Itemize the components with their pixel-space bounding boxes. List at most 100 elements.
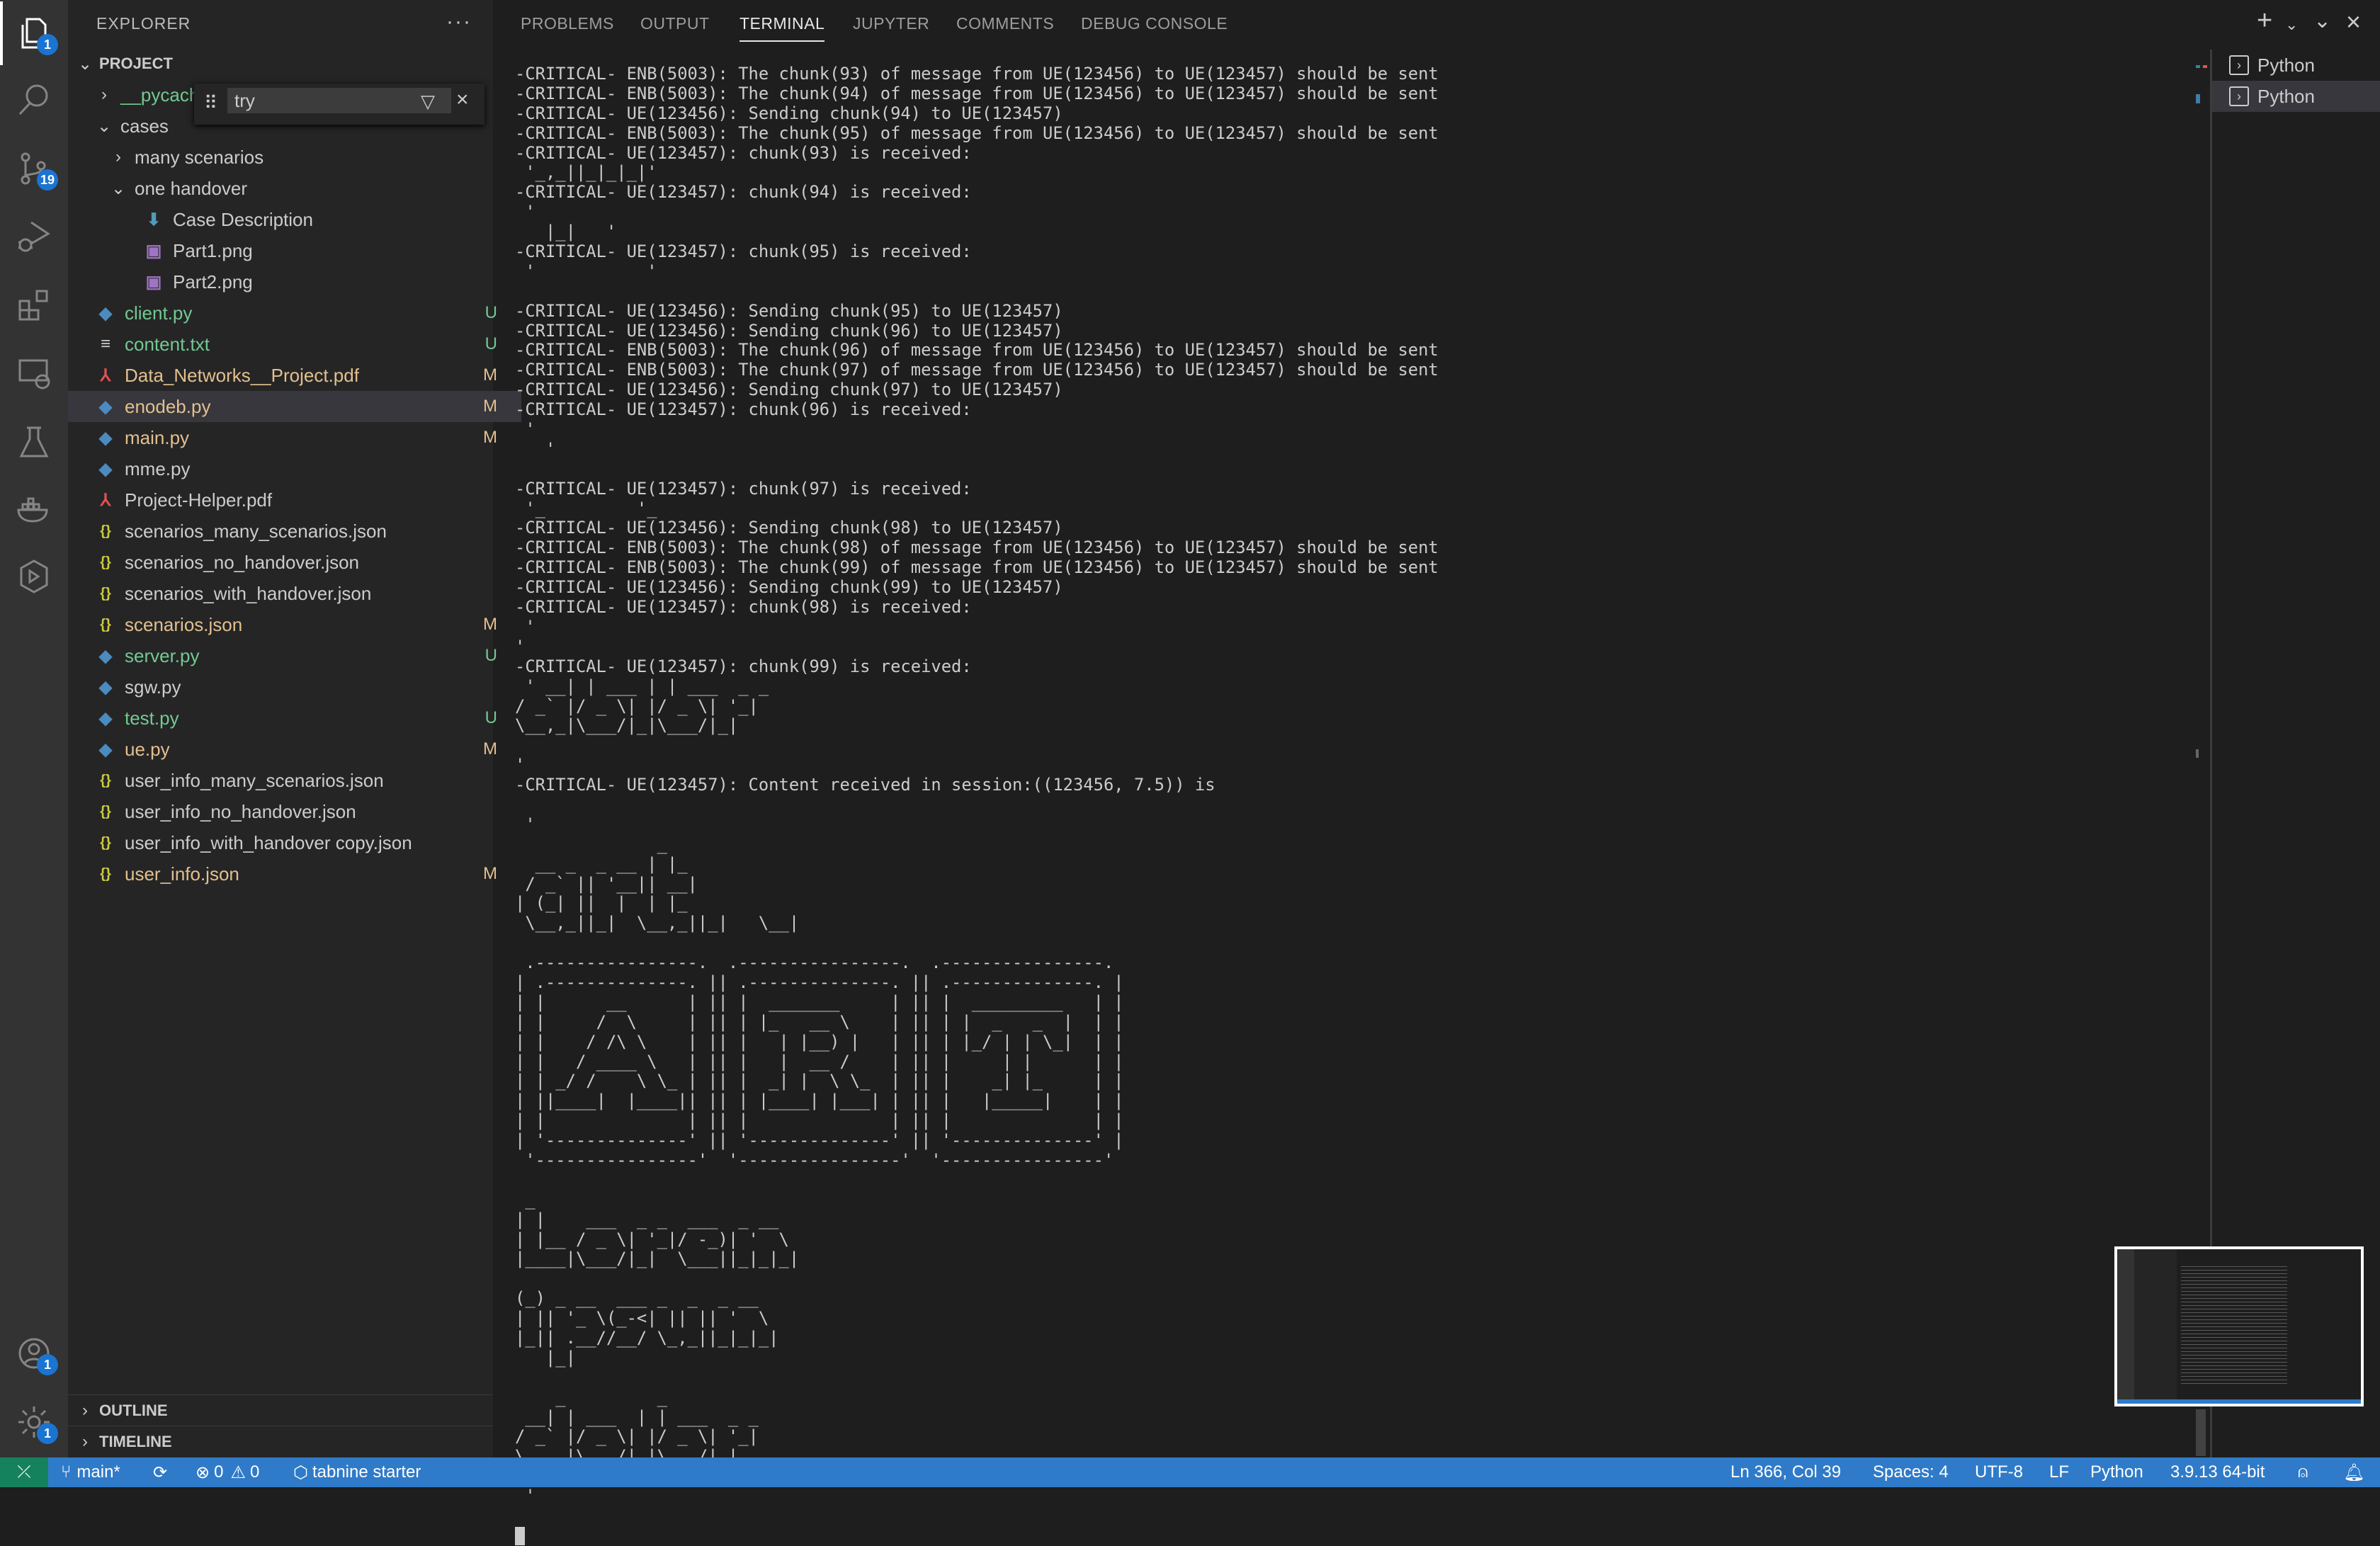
feedback-icon[interactable]: ⍝: [2298, 1457, 2308, 1487]
tree-item[interactable]: ⅄ Project-Helper.pdf: [68, 484, 521, 516]
git-status-badge: M: [483, 428, 497, 447]
remote-explorer-button[interactable]: [0, 341, 68, 405]
tree-item[interactable]: {} scenarios_many_scenarios.json: [68, 516, 521, 547]
search-button[interactable]: [0, 68, 68, 132]
tree-item[interactable]: ≡ content.txt U: [68, 329, 521, 360]
tree-item[interactable]: ◆ sgw.py: [68, 671, 521, 703]
sync-icon: ⟳: [153, 1462, 168, 1482]
cursor-position[interactable]: Ln 366, Col 39: [1730, 1457, 1841, 1487]
encoding[interactable]: UTF-8: [1975, 1457, 2023, 1487]
git-status-badge: U: [484, 646, 497, 665]
tree-item[interactable]: ⌄ one handover: [68, 173, 536, 204]
sync-button[interactable]: ⟳: [153, 1457, 167, 1487]
tree-item[interactable]: {} user_info_no_handover.json: [68, 796, 521, 827]
tree-item[interactable]: ◆ ue.py M: [68, 734, 521, 765]
tab-jupyter[interactable]: JUPYTER: [853, 14, 929, 40]
extensions-button[interactable]: [0, 273, 68, 337]
terminal-line: -CRITICAL- UE(123457): chunk(99) is rece…: [515, 656, 972, 676]
more-actions-button[interactable]: ···: [446, 10, 472, 34]
tree-item[interactable]: ▣ Part2.png: [68, 266, 570, 297]
tree-item[interactable]: › many scenarios: [68, 142, 536, 173]
terminal-icon: ›: [2229, 55, 2249, 75]
chevron-down-icon: ⌄: [77, 54, 93, 74]
tree-item[interactable]: ◆ enodeb.py M: [68, 391, 521, 422]
terminal-line: -CRITICAL- ENB(5003): The chunk(99) of m…: [515, 557, 1439, 578]
terminal-line: -CRITICAL- UE(123457): chunk(98) is rece…: [515, 597, 972, 618]
tree-item[interactable]: ◆ client.py U: [68, 297, 521, 329]
branch-button[interactable]: ⑂ main*: [61, 1457, 120, 1487]
tree-item[interactable]: ◆ main.py M: [68, 422, 521, 453]
terminal-line: | | / /\ \ | || | | |__) | | || | |_/ | …: [515, 1031, 1124, 1052]
tree-item[interactable]: ◆ test.py U: [68, 703, 521, 734]
project-section-header[interactable]: ⌄ PROJECT: [68, 48, 493, 79]
tab-terminal[interactable]: TERMINAL: [740, 14, 825, 42]
outline-label: OUTLINE: [99, 1402, 168, 1419]
testing-button[interactable]: [0, 410, 68, 474]
image-file-icon: ▣: [145, 272, 162, 292]
tree-item[interactable]: {} scenarios_with_handover.json: [68, 578, 521, 609]
timeline-section-header[interactable]: › TIMELINE: [68, 1426, 493, 1457]
docker-button[interactable]: [0, 478, 68, 542]
source-control-button[interactable]: 19: [0, 137, 68, 200]
tree-item[interactable]: {} scenarios_no_handover.json: [68, 547, 521, 578]
chevron-right-icon: ›: [82, 1401, 88, 1420]
new-terminal-plus-icon[interactable]: +: [2257, 6, 2272, 36]
end-of-line[interactable]: LF: [2049, 1457, 2069, 1487]
docker-icon: [17, 497, 48, 523]
explorer-button[interactable]: 1: [0, 1, 68, 65]
find-input[interactable]: try: [227, 88, 451, 113]
run-debug-button[interactable]: [0, 205, 68, 268]
tree-item-label: scenarios_with_handover.json: [125, 582, 372, 604]
python-file-icon: ◆: [98, 739, 113, 759]
settings-badge: 1: [37, 1423, 58, 1444]
tab-output[interactable]: OUTPUT: [640, 14, 710, 40]
terminal-item-active[interactable]: › Python: [2212, 81, 2380, 112]
tree-item[interactable]: ◆ server.py U: [68, 640, 521, 671]
tab-problems[interactable]: PROBLEMS: [521, 14, 614, 40]
json-file-icon: {}: [100, 616, 111, 632]
live-share-button[interactable]: [0, 545, 68, 608]
screenshot-thumbnail[interactable]: [2114, 1246, 2364, 1406]
tree-item[interactable]: ▣ Part1.png: [68, 235, 570, 266]
terminal-line: ': [515, 202, 536, 222]
tab-debug-console[interactable]: DEBUG CONSOLE: [1081, 14, 1228, 40]
tab-comments[interactable]: COMMENTS: [956, 14, 1054, 40]
terminal-line: -CRITICAL- UE(123456): Sending chunk(95)…: [515, 300, 1063, 321]
outline-section-header[interactable]: › OUTLINE: [68, 1394, 493, 1426]
remote-button[interactable]: ⤫: [0, 1457, 48, 1487]
python-file-icon: ◆: [98, 646, 113, 666]
tree-item[interactable]: ⬇ Case Description: [68, 204, 570, 235]
language-mode[interactable]: Python: [2090, 1457, 2143, 1487]
tree-item[interactable]: {} user_info_many_scenarios.json: [68, 765, 521, 796]
terminal-line: | | __ | || | _______ | || | _________ |…: [515, 991, 1124, 1012]
error-icon: ⊗: [196, 1462, 210, 1482]
tree-item[interactable]: {} scenarios.json M: [68, 609, 521, 640]
terminal-line: _ _: [515, 1387, 667, 1407]
problems-button[interactable]: ⊗ 0 ⚠ 0: [196, 1457, 259, 1487]
close-panel-icon[interactable]: ×: [2346, 7, 2361, 37]
drag-handle-icon[interactable]: ⠿: [204, 92, 217, 114]
tree-item-label: scenarios_no_handover.json: [125, 551, 360, 573]
terminal-line: |_|| .__//__/ \_,_||_|_|_|: [515, 1328, 779, 1348]
terminal-scrollbar[interactable]: [2196, 1409, 2206, 1456]
terminal-line: | (_| || | | |_: [515, 893, 688, 914]
indentation[interactable]: Spaces: 4: [1873, 1457, 1949, 1487]
chevron-down-icon[interactable]: ⌄: [2285, 16, 2298, 34]
filter-icon[interactable]: ▽: [421, 91, 435, 113]
tabnine-button[interactable]: ⬡ tabnine starter: [293, 1457, 421, 1487]
terminal-line: | .--------------. || .--------------. |…: [515, 972, 1124, 992]
accounts-button[interactable]: 1: [0, 1322, 68, 1385]
notifications-bell-icon[interactable]: 🔔︎: [2343, 1457, 2364, 1487]
collapse-panel-chevron-icon[interactable]: ⌄: [2313, 8, 2331, 33]
tree-item[interactable]: ◆ mme.py: [68, 453, 521, 484]
tree-item[interactable]: {} user_info_with_handover copy.json: [68, 827, 521, 858]
terminal-item[interactable]: › Python: [2212, 50, 2380, 81]
settings-button[interactable]: 1: [0, 1390, 68, 1454]
python-interpreter[interactable]: 3.9.13 64-bit: [2170, 1457, 2265, 1487]
terminal-output[interactable]: -CRITICAL- ENB(5003): The chunk(93) of m…: [515, 64, 2187, 1546]
close-icon[interactable]: ×: [456, 88, 469, 112]
tree-item[interactable]: {} user_info.json M: [68, 858, 521, 889]
tree-item[interactable]: ⅄ Data_Networks__Project.pdf M: [68, 360, 521, 391]
terminal-line: |_|: [515, 1347, 576, 1368]
